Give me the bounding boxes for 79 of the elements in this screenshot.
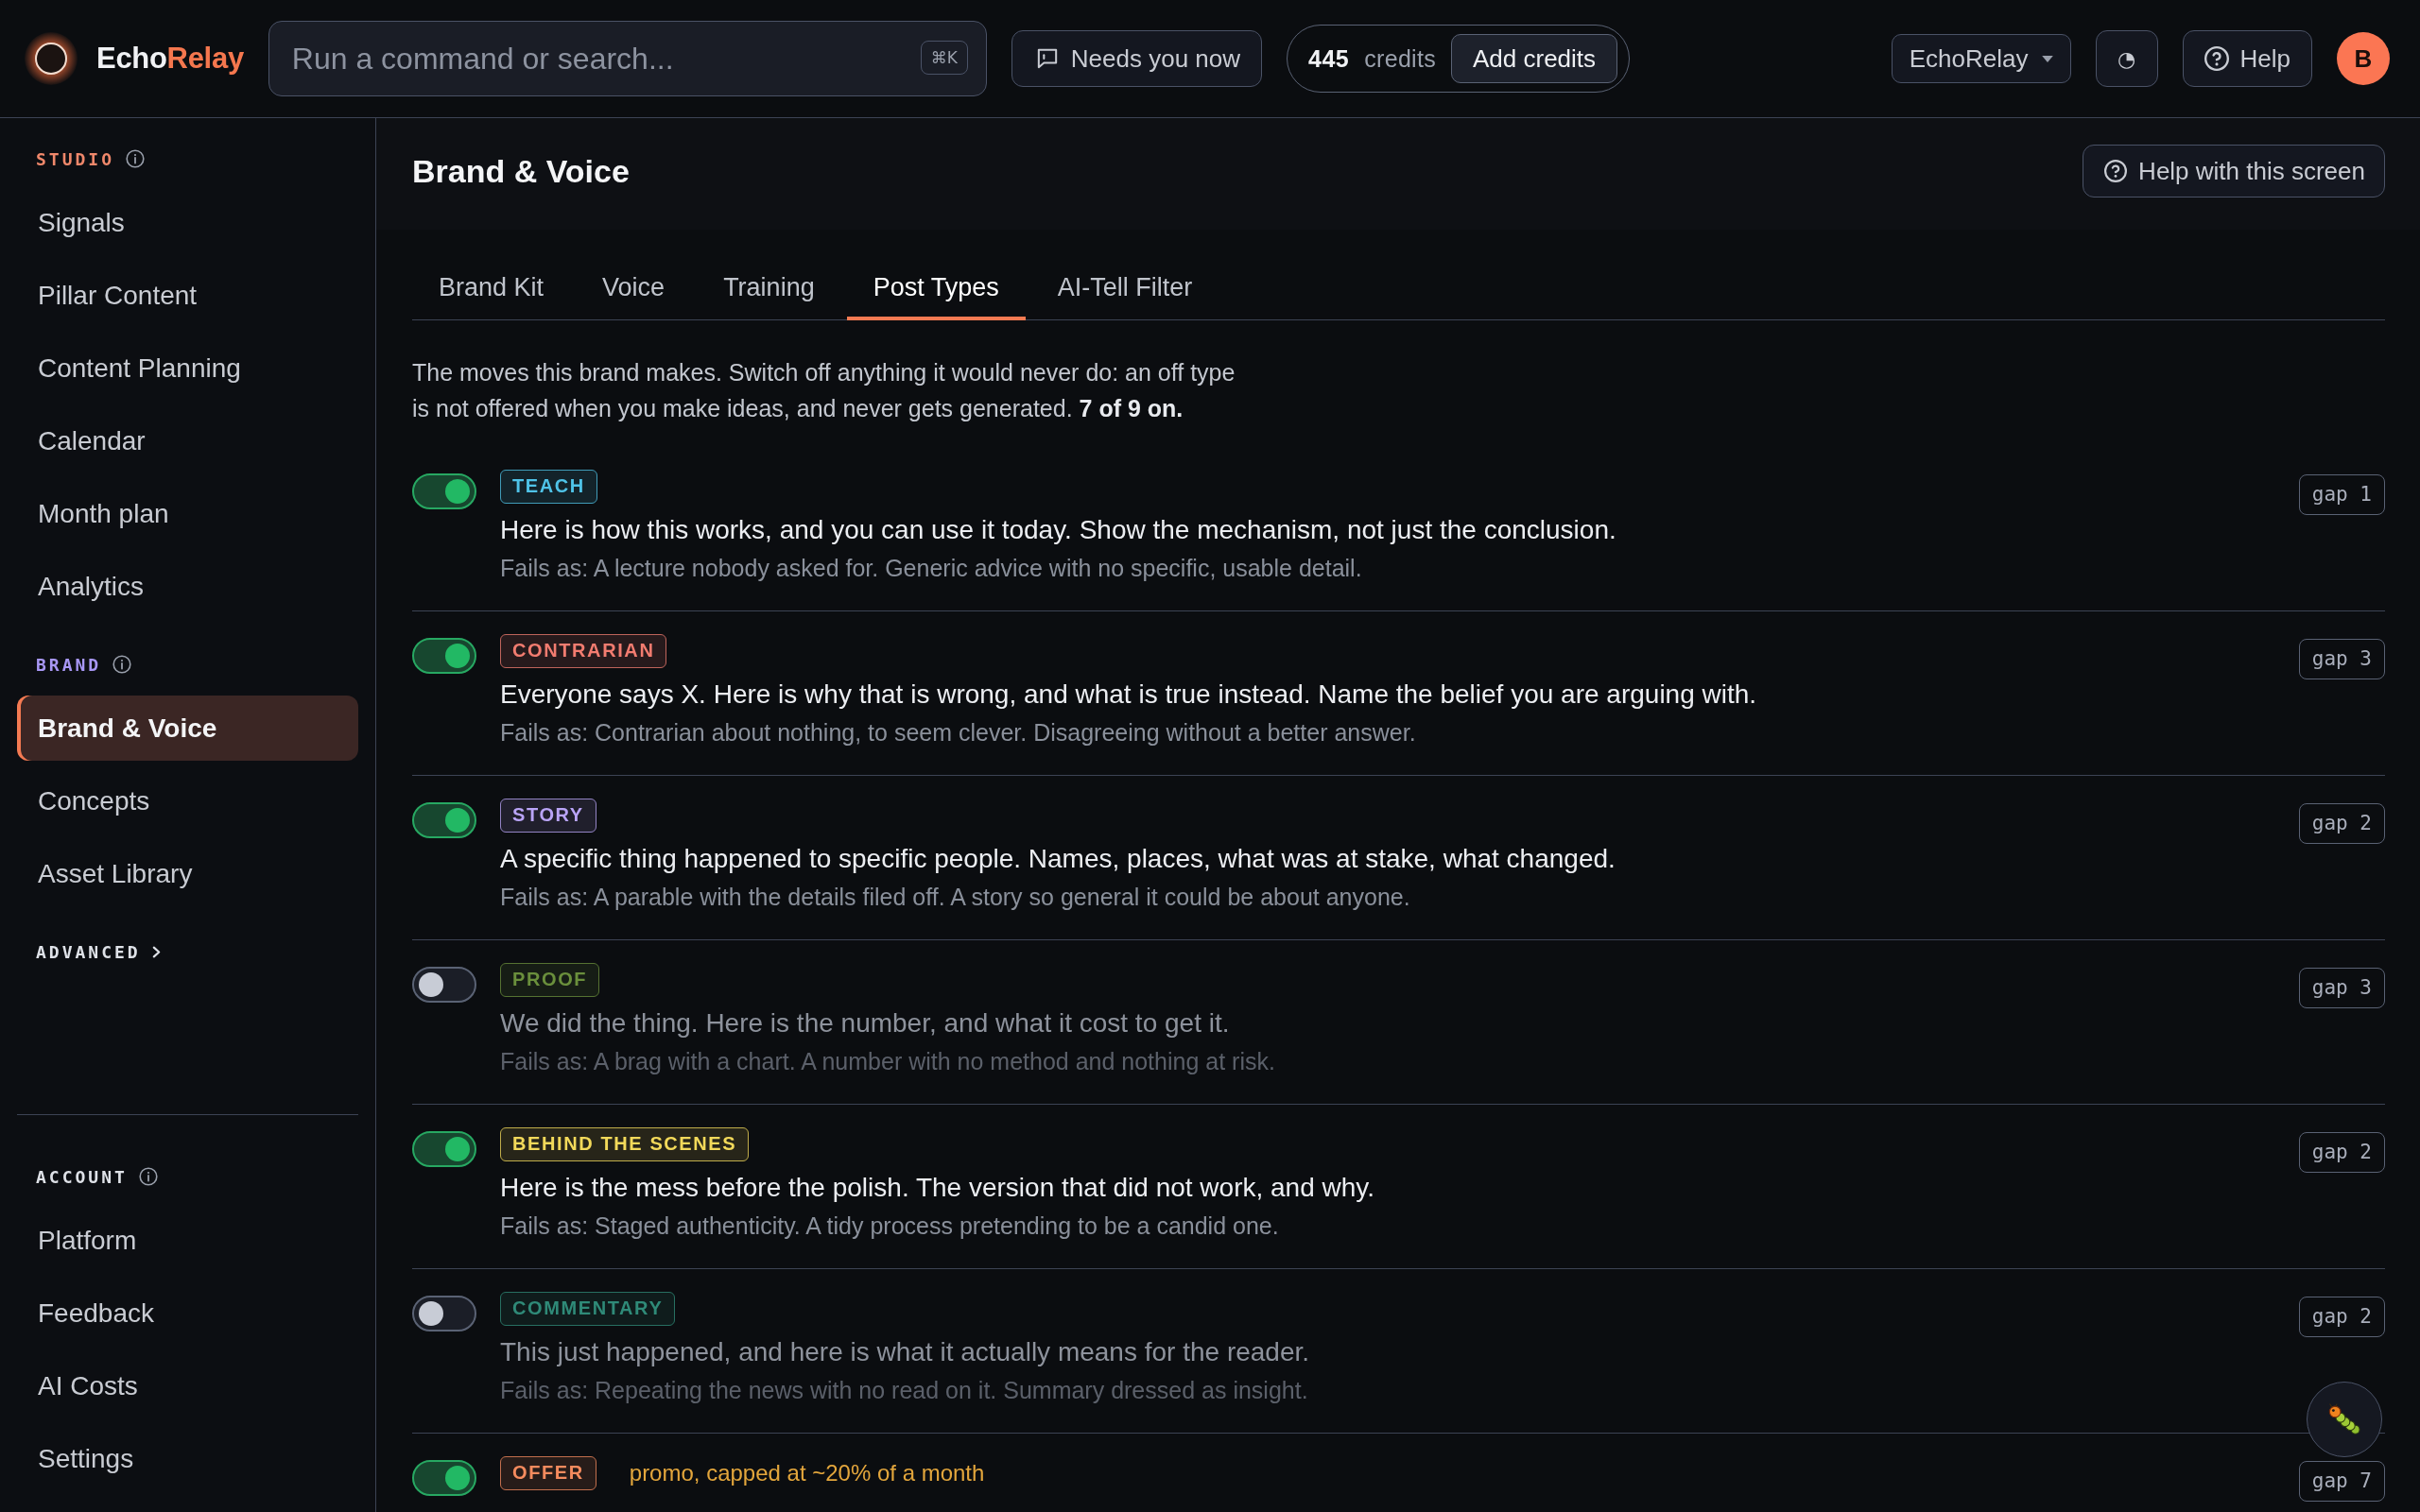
info-icon [112,655,132,674]
post-type-badge: TEACH [500,469,597,504]
post-type-description: Everyone says X. Here is why that is wrong, and what is true instead. Name the belief you are arguing with. [500,678,1758,711]
toggle-switch[interactable] [412,966,476,1003]
sidebar-item[interactable]: Concepts [17,768,358,833]
info-icon [126,149,146,168]
chevron-right-icon [151,945,161,958]
toggle-switch[interactable] [412,637,476,674]
post-type-description: A specific thing happened to specific people. Names, places, what was at stake, what changed. [500,842,1616,875]
sidebar-item[interactable]: Signals [17,190,358,255]
toggle-switch[interactable] [412,1295,476,1332]
keyboard-shortcut: ⌘K [920,41,968,75]
sidebar-item[interactable]: Asset Library [17,841,358,906]
gap-badge: gap 7 [2298,1460,2385,1502]
toggle-switch[interactable] [412,801,476,838]
page-title: Brand & Voice [412,152,630,190]
post-type-badge: STORY [500,798,596,833]
section-toggle[interactable]: ADVANCED [17,939,166,964]
gap-badge: gap 3 [2298,967,2385,1008]
info-icon [138,1167,158,1186]
sidebar-item[interactable]: Feedback [17,1280,358,1346]
post-type-description: Here is the mess before the polish. The version that did not work, and why. [500,1171,1375,1204]
post-type-description: Here is how this works, and you can use it today. Show the mechanism, not just the conclusion. [500,513,1617,546]
sidebar-item[interactable]: Analytics [17,554,358,619]
post-type-badge: PROOF [500,962,600,997]
failure-mode-text: Fails as: Staged authenticity. A tidy process pretending to be a candid one. [500,1211,1280,1241]
toggle-switch[interactable] [412,1459,476,1496]
gap-badge: gap 2 [2298,1131,2385,1173]
failure-mode-text: Fails as: Repeating the news with no read on it. Summary dressed as insight. [500,1375,1309,1405]
section-heading: STUDIO [36,148,115,169]
workspace-dropdown[interactable]: EchoRelay [1891,34,2071,83]
sidebar-item[interactable]: Month plan [17,481,358,546]
help-circle-icon [2104,160,2128,182]
post-type-note: promo, capped at ~20% of a month [629,1459,985,1486]
tab[interactable]: Voice [576,258,692,320]
post-type-badge: OFFER [500,1455,596,1490]
sidebar-item[interactable]: AI Costs [17,1353,358,1418]
user-avatar[interactable]: B [2337,32,2390,85]
gap-badge: gap 3 [2298,638,2385,679]
post-type-description: We did the thing. Here is the number, and what it cost to get it. [500,1006,1231,1040]
gap-badge: gap 1 [2298,473,2385,515]
credits-amount: 445 [1308,44,1350,73]
help-circle-icon [2204,46,2229,71]
sidebar-item[interactable]: Calendar [17,408,358,473]
failure-mode-text: Fails as: A brag with a chart. A number with no method and nothing at risk. [500,1046,1276,1076]
logo-icon [25,32,78,85]
tab[interactable]: AI-Tell Filter [1030,258,1219,320]
toggle-switch[interactable] [412,1130,476,1167]
toggle-switch[interactable] [412,472,476,509]
help-button[interactable]: Help [2182,30,2312,87]
sidebar-item[interactable]: Pillar Content [17,263,358,328]
caterpillar-icon [2327,1403,2361,1435]
sidebar-item[interactable]: Platform [17,1208,358,1273]
post-type-badge: BEHIND THE SCENES [500,1126,750,1161]
post-type-description: This just happened, and here is what it actually means for the reader. [500,1335,1311,1368]
needs-attention-button[interactable]: Needs you now [1011,30,1263,87]
failure-mode-text: Fails as: A parable with the details filed off. A story so general it could be about anyone. [500,882,1411,912]
sidebar-item[interactable]: Content Planning [17,335,358,401]
credits-label: credits [1364,44,1436,73]
theme-button[interactable]: ◔ [2095,30,2158,87]
tab[interactable]: Brand Kit [412,258,571,320]
caret-down-icon [2041,55,2053,62]
tab[interactable]: Post Types [846,258,1026,320]
sidebar-item[interactable]: Brand & Voice [17,696,358,761]
section-heading: ACCOUNT [36,1166,128,1187]
failure-mode-text: Fails as: A lecture nobody asked for. Generic advice with no specific, usable detail. [500,553,1363,583]
add-credits-button[interactable]: Add credits [1451,34,1618,83]
section-heading: BRAND [36,654,102,675]
message-icon [1036,48,1058,69]
sidebar-item[interactable]: Settings [17,1426,358,1491]
gap-badge: gap 2 [2298,1296,2385,1337]
screen-help-button[interactable]: Help with this screen [2083,145,2385,198]
failure-mode-text: Fails as: Contrarian about nothing, to seem clever. Disagreeing without a better answer. [500,717,1417,747]
tab[interactable]: Training [697,258,841,320]
post-type-badge: COMMENTARY [500,1291,676,1326]
post-type-badge: CONTRARIAN [500,633,667,668]
intro-text: The moves this brand makes. Switch off anything it would never do: an off type is not offered when you make ideas, and never gets generated. 7 of 9 on. [412,357,1236,423]
app-name: EchoRelay [96,42,244,76]
gap-badge: gap 2 [2298,802,2385,844]
